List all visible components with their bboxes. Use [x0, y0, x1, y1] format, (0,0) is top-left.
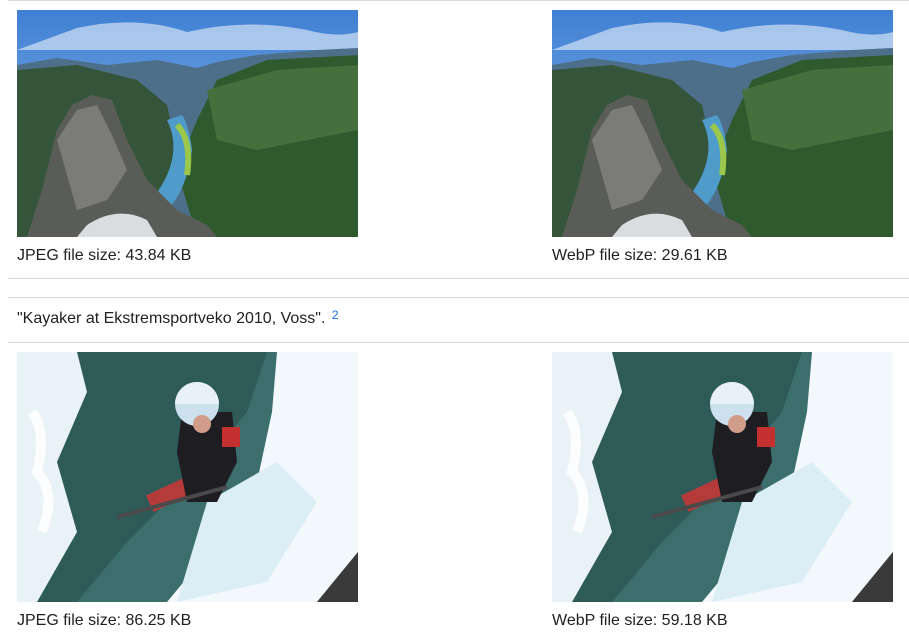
divider: [8, 278, 909, 279]
image-attribution: "Kayaker at Ekstremsportveko 2010, Voss"…: [17, 308, 339, 330]
webp-file-size-caption: WebP file size: 29.61 KB: [552, 247, 728, 264]
footnote-link[interactable]: 2: [332, 308, 339, 322]
fjord-webp-image: [552, 10, 893, 237]
kayaker-webp-image: [552, 352, 893, 602]
divider: [8, 342, 909, 343]
divider: [8, 297, 909, 298]
webp-file-size-caption: WebP file size: 59.18 KB: [552, 612, 728, 629]
fjord-jpeg-image: [17, 10, 358, 237]
divider: [8, 0, 909, 1]
jpeg-file-size-caption: JPEG file size: 43.84 KB: [17, 247, 192, 264]
kayaker-jpeg-image: [17, 352, 358, 602]
jpeg-file-size-caption: JPEG file size: 86.25 KB: [17, 612, 192, 629]
attribution-text: "Kayaker at Ekstremsportveko 2010, Voss"…: [17, 310, 326, 327]
